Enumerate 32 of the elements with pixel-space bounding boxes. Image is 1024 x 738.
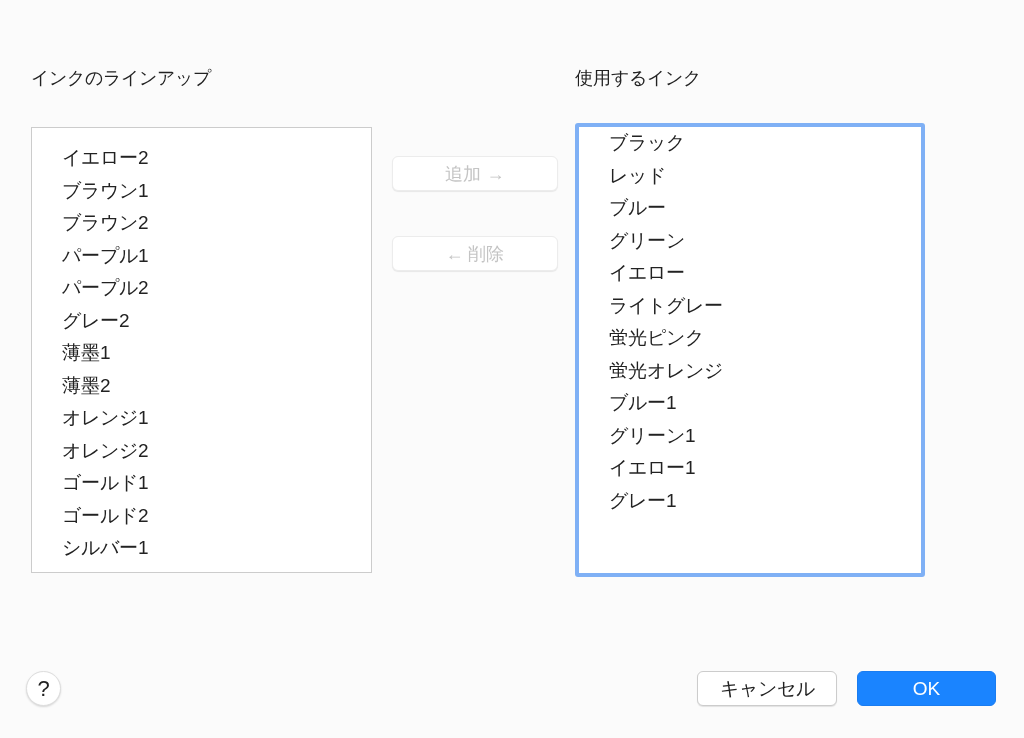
list-item[interactable]: ブラック: [579, 127, 921, 160]
list-item[interactable]: イエロー2: [32, 142, 371, 175]
ink-list[interactable]: ブラック レッド ブルー グリーン イエロー ライトグレー 蛍光ピンク 蛍光オレンジ ブルー1 グリーン1 イエロー1 グレー1: [575, 123, 925, 577]
list-item[interactable]: ブラウン1: [32, 174, 371, 207]
list-item[interactable]: イエロー: [579, 257, 921, 290]
list-item[interactable]: イエロー1: [579, 452, 921, 485]
list-item[interactable]: パープル1: [32, 239, 371, 272]
list-item[interactable]: ブルー: [579, 192, 921, 225]
list-item[interactable]: レッド: [579, 159, 921, 192]
help-button[interactable]: ?: [26, 671, 61, 706]
list-item[interactable]: ライトグレー: [579, 289, 921, 322]
cancel-button[interactable]: キャンセル: [697, 671, 837, 706]
list-item[interactable]: グレー1: [579, 484, 921, 517]
list-label: インクのラインアップ: [31, 67, 213, 89]
list-item[interactable]: グリーン: [579, 224, 921, 257]
list-item[interactable]: オレンジ2: [32, 434, 371, 467]
list-item[interactable]: オレンジ1: [32, 402, 371, 435]
list-item[interactable]: グリーン1: [579, 419, 921, 452]
list-item[interactable]: ゴールド1: [32, 467, 371, 500]
list-item[interactable]: 薄墨1: [32, 337, 371, 370]
list-item[interactable]: ゴールド2: [32, 499, 371, 532]
list-label: 使用するインク: [575, 67, 702, 89]
list-item[interactable]: 薄墨2: [32, 369, 371, 402]
list-item[interactable]: シルバー1: [32, 532, 371, 565]
ink-list[interactable]: イエロー2 ブラウン1 ブラウン2 パープル1 パープル2 グレー2 薄墨1 薄墨2 オレンジ1 オレンジ2 ゴールド1 ゴールド2 シルバー1: [31, 127, 372, 573]
list-item[interactable]: ブルー1: [579, 387, 921, 420]
list-item[interactable]: パープル2: [32, 272, 371, 305]
list-item[interactable]: 蛍光ピンク: [579, 322, 921, 355]
list-item[interactable]: 蛍光オレンジ: [579, 354, 921, 387]
ok-button[interactable]: OK: [857, 671, 996, 706]
list-item[interactable]: ブラウン2: [32, 207, 371, 240]
list-item[interactable]: グレー2: [32, 304, 371, 337]
